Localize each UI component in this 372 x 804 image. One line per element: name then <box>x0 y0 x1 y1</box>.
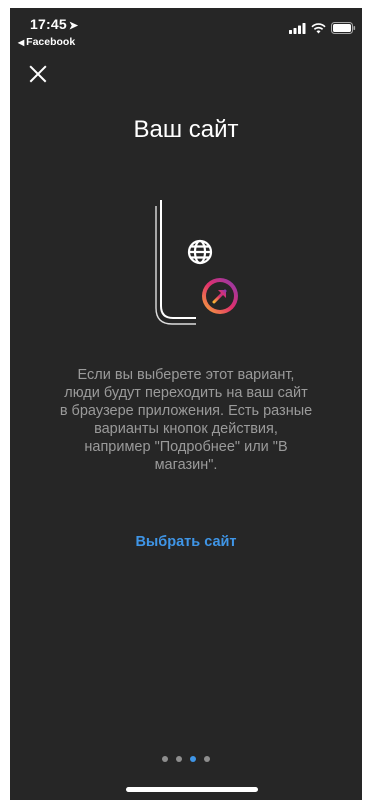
signal-icon <box>289 22 306 34</box>
page-dot-1[interactable] <box>162 756 168 762</box>
phone-browser-illustration <box>155 200 238 325</box>
home-indicator[interactable] <box>126 787 258 792</box>
time-text: 17:45 <box>30 16 67 32</box>
page-dot-2[interactable] <box>176 756 182 762</box>
back-triangle-icon: ◀ <box>18 38 25 47</box>
external-link-badge-icon <box>202 278 238 314</box>
battery-icon <box>331 22 356 34</box>
status-time: 17:45 ➤ <box>30 16 78 32</box>
wifi-icon <box>311 22 326 33</box>
website-illustration <box>148 198 248 328</box>
globe-icon <box>187 239 213 265</box>
page-dot-3-active[interactable] <box>190 756 196 762</box>
page-title: Ваш сайт <box>133 116 239 143</box>
select-site-button[interactable]: Выбрать сайт <box>10 534 362 550</box>
location-arrow-icon: ➤ <box>68 20 79 32</box>
page-indicator <box>162 756 210 762</box>
page-dot-4[interactable] <box>204 756 210 762</box>
status-bar: 17:45 ➤ ◀ Facebook <box>10 8 362 52</box>
back-to-app-button[interactable]: ◀ Facebook <box>18 36 75 48</box>
close-icon[interactable] <box>24 60 52 88</box>
back-app-label: Facebook <box>26 36 76 48</box>
phone-screen: 17:45 ➤ ◀ Facebook Ваш сайт Если вы выбе… <box>10 8 362 800</box>
description-text: Если вы выберете этот вариант, люди буду… <box>59 367 313 473</box>
status-icons <box>289 22 356 34</box>
